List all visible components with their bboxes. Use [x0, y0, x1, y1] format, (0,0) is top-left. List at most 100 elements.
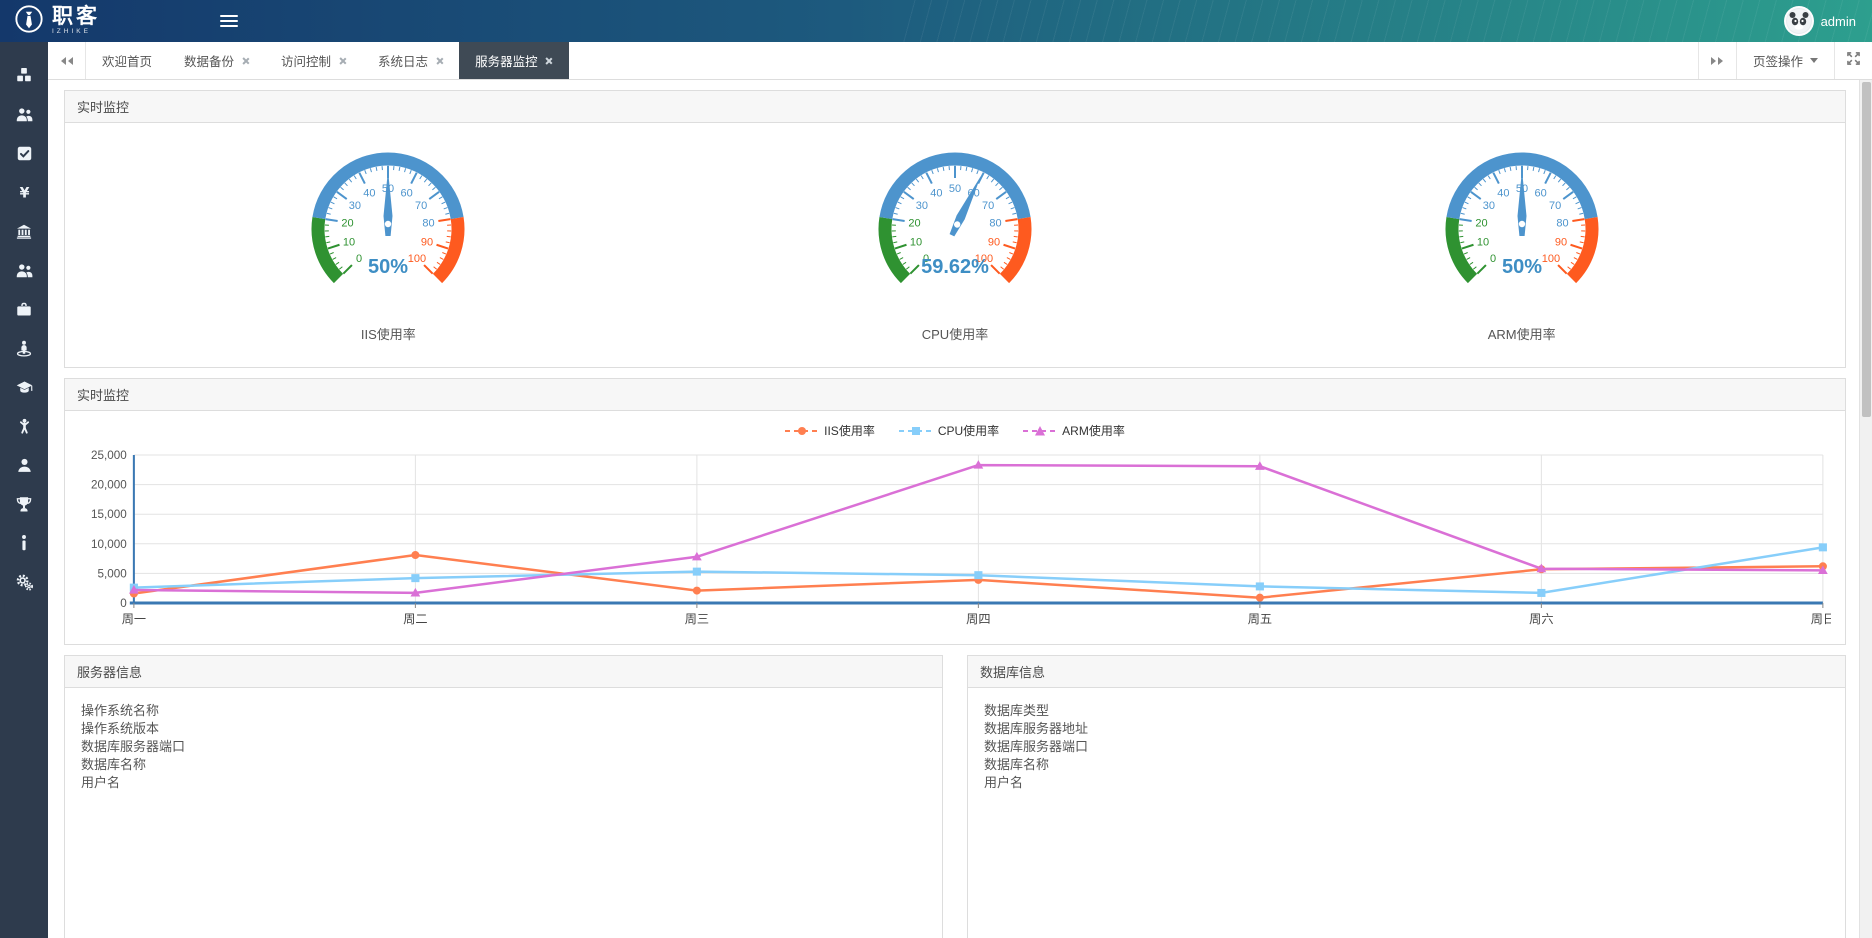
- fullscreen-button[interactable]: [1834, 42, 1872, 79]
- tab-close-icon[interactable]: [435, 57, 443, 65]
- realtime-chart-panel: 实时监控 IIS使用率CPU使用率ARM使用率 05,00010,00015,0…: [64, 378, 1846, 645]
- svg-text:100: 100: [408, 253, 426, 265]
- sidebar-item-13[interactable]: [0, 534, 48, 552]
- svg-text:80: 80: [989, 218, 1001, 230]
- sidebar-item-7[interactable]: [0, 300, 48, 318]
- tab-operations-dropdown[interactable]: 页签操作: [1736, 42, 1834, 79]
- svg-text:50: 50: [949, 183, 961, 195]
- sidebar: ¥: [0, 42, 48, 938]
- svg-text:80: 80: [1556, 218, 1568, 230]
- svg-text:15,000: 15,000: [91, 509, 127, 521]
- sidebar-item-10[interactable]: [0, 417, 48, 435]
- gauge-3: 010203040506070809010050%ARM使用率: [1417, 137, 1627, 343]
- svg-text:60: 60: [401, 187, 413, 199]
- svg-text:30: 30: [916, 200, 928, 212]
- svg-text:0: 0: [120, 598, 127, 610]
- server-info-row-5: 用户名: [81, 774, 926, 792]
- tab-item-1[interactable]: 欢迎首页: [86, 42, 168, 79]
- tab-close-icon[interactable]: [338, 57, 346, 65]
- tab-label: 服务器监控: [475, 51, 538, 70]
- svg-text:70: 70: [982, 200, 994, 212]
- cubes-icon: [15, 66, 33, 84]
- database-info-row-4: 数据库名称: [984, 756, 1829, 774]
- tab-item-3[interactable]: 访问控制: [265, 42, 362, 79]
- svg-text:40: 40: [1497, 187, 1509, 199]
- sidebar-item-1[interactable]: [0, 66, 48, 84]
- sidebar-item-3[interactable]: [0, 144, 48, 162]
- sidebar-item-4[interactable]: ¥: [0, 183, 48, 201]
- gauge-dial: 010203040506070809010050%: [1417, 137, 1627, 305]
- sidebar-item-11[interactable]: [0, 456, 48, 474]
- server-info-row-1: 操作系统名称: [81, 702, 926, 720]
- username: admin: [1821, 14, 1856, 29]
- legend-item-2[interactable]: CPU使用率: [899, 422, 999, 439]
- server-info-title: 服务器信息: [65, 656, 942, 688]
- tabs-scroll-right-button[interactable]: [1698, 42, 1736, 79]
- tab-label: 访问控制: [281, 51, 331, 70]
- svg-text:周日: 周日: [1811, 612, 1831, 626]
- svg-text:70: 70: [1549, 200, 1561, 212]
- caret-down-icon: [1810, 58, 1818, 67]
- user-icon: [16, 457, 33, 474]
- tab-close-icon[interactable]: [545, 57, 553, 65]
- sidebar-item-14[interactable]: [0, 573, 48, 591]
- sidebar-item-5[interactable]: [0, 222, 48, 240]
- legend-item-3[interactable]: ARM使用率: [1023, 422, 1125, 439]
- svg-text:80: 80: [423, 218, 435, 230]
- tabs-scroll-left-button[interactable]: [48, 42, 86, 79]
- sidebar-item-8[interactable]: [0, 339, 48, 357]
- double-right-arrow-icon: [1710, 57, 1724, 65]
- svg-text:70: 70: [415, 200, 427, 212]
- svg-text:周一: 周一: [122, 612, 146, 626]
- svg-text:10,000: 10,000: [91, 539, 127, 551]
- scrollbar-thumb[interactable]: [1862, 82, 1871, 417]
- gauge-1: 010203040506070809010050%IIS使用率: [283, 137, 493, 343]
- svg-text:10: 10: [343, 237, 355, 249]
- sidebar-item-6[interactable]: [0, 261, 48, 279]
- expand-icon: [1847, 52, 1860, 70]
- tab-operations-label: 页签操作: [1753, 51, 1803, 70]
- database-info-panel: 数据库信息 数据库类型数据库服务器地址数据库服务器端口数据库名称用户名: [967, 655, 1846, 938]
- gauge-dial: 010203040506070809010050%: [283, 137, 493, 305]
- svg-text:20: 20: [342, 218, 354, 230]
- svg-text:50%: 50%: [1502, 256, 1542, 278]
- logo-text: 职客: [52, 6, 100, 27]
- tab-item-2[interactable]: 数据备份: [168, 42, 265, 79]
- info-icon: [19, 534, 29, 552]
- cogs-icon: [15, 573, 34, 591]
- svg-text:周二: 周二: [403, 612, 427, 626]
- vertical-scrollbar[interactable]: [1859, 80, 1872, 938]
- briefcase-icon: [15, 301, 33, 318]
- svg-text:10: 10: [910, 237, 922, 249]
- tab-item-4[interactable]: 系统日志: [362, 42, 459, 79]
- svg-text:周四: 周四: [966, 612, 990, 626]
- server-info-row-4: 数据库名称: [81, 756, 926, 774]
- avatar: [1784, 6, 1814, 36]
- svg-text:周六: 周六: [1529, 612, 1553, 626]
- svg-text:90: 90: [1555, 237, 1567, 249]
- legend-label: ARM使用率: [1062, 422, 1125, 439]
- sidebar-item-12[interactable]: [0, 495, 48, 513]
- server-info-row-2: 操作系统版本: [81, 720, 926, 738]
- realtime-gauges-panel: 实时监控 010203040506070809010050%IIS使用率0102…: [64, 90, 1846, 368]
- top-navbar: 职客 IZHIKE admin: [0, 0, 1872, 42]
- sidebar-item-9[interactable]: [0, 378, 48, 396]
- graduation-cap-icon: [15, 379, 34, 396]
- svg-text:0: 0: [1490, 253, 1496, 265]
- tab-item-5[interactable]: 服务器监控: [459, 42, 569, 79]
- gauges-panel-title: 实时监控: [65, 91, 1845, 123]
- legend-item-1[interactable]: IIS使用率: [785, 422, 875, 439]
- chart-legend: IIS使用率 CPU使用率 ARM使用率: [79, 415, 1831, 443]
- app-logo[interactable]: 职客 IZHIKE: [0, 4, 100, 39]
- logo-subtext: IZHIKE: [52, 29, 100, 36]
- sidebar-item-2[interactable]: [0, 105, 48, 123]
- tab-close-icon[interactable]: [241, 57, 249, 65]
- svg-text:周五: 周五: [1248, 612, 1272, 626]
- usage-line-chart: 05,00010,00015,00020,00025,000周一周二周三周四周五…: [79, 443, 1831, 629]
- database-info-row-1: 数据库类型: [984, 702, 1829, 720]
- svg-text:25,000: 25,000: [91, 450, 127, 462]
- database-info-title: 数据库信息: [968, 656, 1845, 688]
- menu-toggle-icon[interactable]: [220, 12, 238, 30]
- gauge-dial: 010203040506070809010059.62%: [850, 137, 1060, 305]
- user-menu[interactable]: admin: [1784, 6, 1872, 36]
